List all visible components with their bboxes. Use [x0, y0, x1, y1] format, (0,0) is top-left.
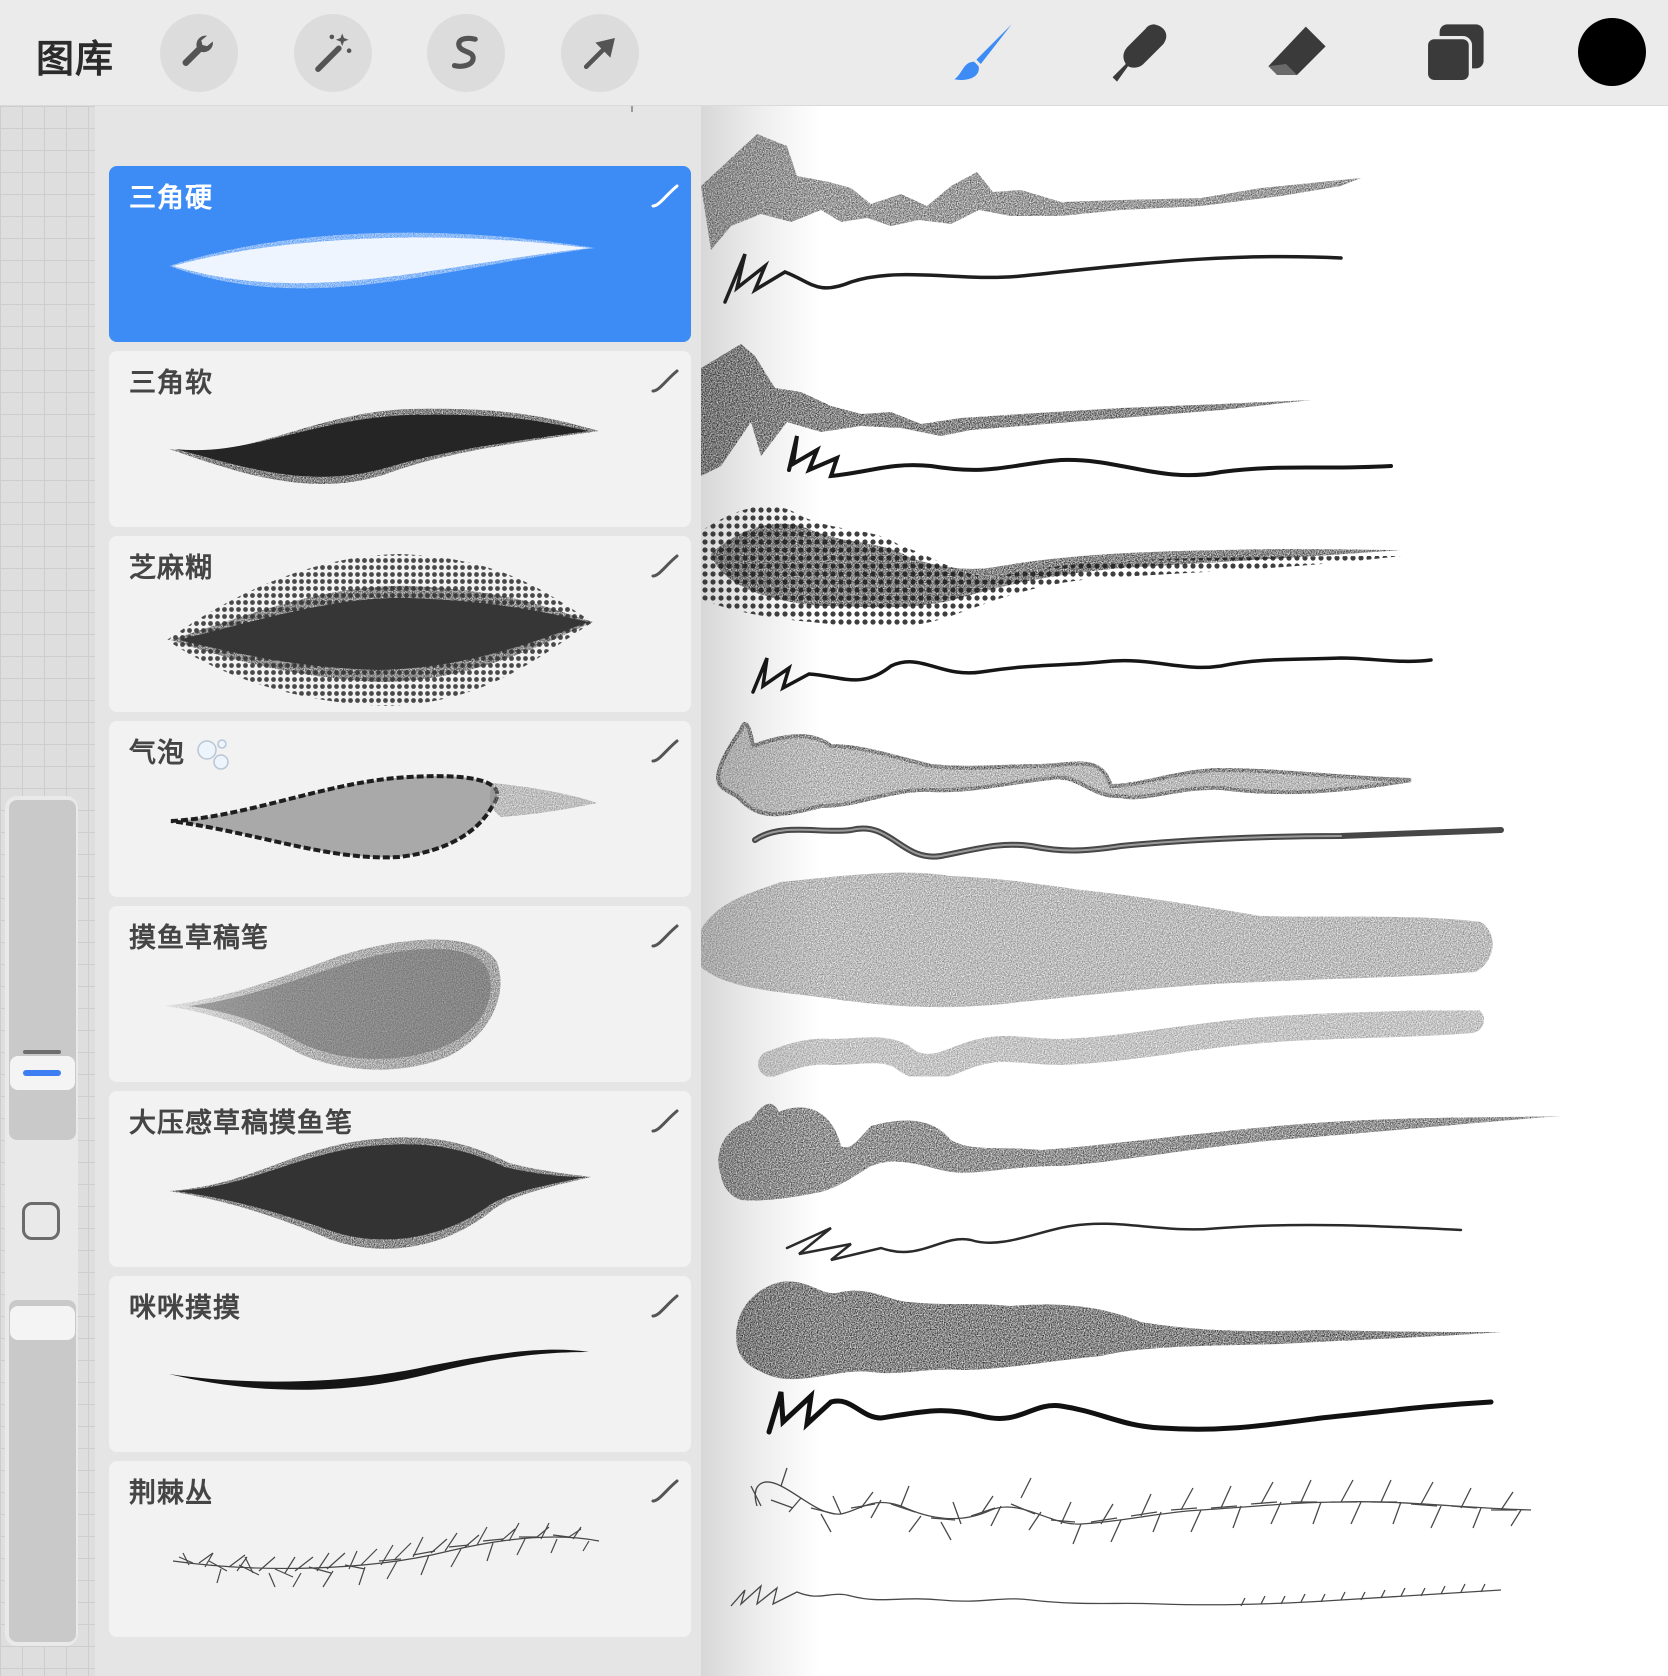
arrow-cursor-icon: [583, 38, 615, 70]
canvas-strokes: [701, 134, 1561, 1607]
sample-stroke-sanjiao-ying: [701, 134, 1361, 304]
brush-item-moyu-caogao[interactable]: 摸鱼草稿笔: [109, 906, 691, 1082]
drawing-canvas[interactable]: [701, 106, 1668, 1676]
stroke-preview: [169, 1349, 589, 1390]
stroke-preview: [170, 774, 597, 860]
stroke-preview: [169, 232, 595, 289]
brush-item-sanjiao-ruan[interactable]: 三角软: [109, 351, 691, 527]
sample-stroke-dayagan: [718, 1103, 1561, 1262]
brush-item-mimi-momo[interactable]: 咪咪摸摸: [109, 1276, 691, 1452]
magic-wand-icon: [315, 33, 352, 72]
stroke-preview: [165, 939, 501, 1070]
brush-item-sanjiao-ying[interactable]: 三角硬: [109, 166, 691, 342]
color-picker-button[interactable]: [1578, 18, 1646, 86]
brush-icon: [954, 24, 1012, 80]
brush-item-dayagan-caogao[interactable]: 大压感草稿摸鱼笔: [109, 1091, 691, 1267]
paint-tool-button[interactable]: [944, 14, 1022, 92]
wrench-icon: [182, 35, 213, 66]
sample-stroke-moyu-caogao: [701, 872, 1493, 1080]
smudge-tool-button[interactable]: [1100, 14, 1178, 92]
brush-size-handle[interactable]: [10, 1050, 75, 1090]
adjustments-button[interactable]: [294, 14, 372, 92]
stroke-preview: [172, 1522, 600, 1588]
brush-item-qipao[interactable]: 气泡: [109, 721, 691, 897]
sample-stroke-zhimahu: [701, 506, 1433, 694]
modify-button[interactable]: [22, 1202, 60, 1240]
selection-s-icon: [451, 35, 478, 69]
actions-button[interactable]: [160, 14, 238, 92]
brush-item-jingjicong[interactable]: 荆棘丛: [109, 1461, 691, 1637]
layers-icon: [1424, 24, 1484, 84]
brush-library-panel: 三角硬 三角软 芝麻糊 气泡 摸鱼草稿笔 大压感草稿摸鱼笔 咪咪摸摸 荆棘丛: [95, 106, 701, 1676]
sample-stroke-jingjicong: [730, 1467, 1532, 1607]
stroke-preview: [167, 554, 593, 706]
brush-item-zhimahu[interactable]: 芝麻糊: [109, 536, 691, 712]
stroke-preview: [169, 408, 599, 484]
opacity-handle[interactable]: [10, 1306, 75, 1340]
selection-button[interactable]: [427, 14, 505, 92]
sample-stroke-qipao: [716, 721, 1504, 860]
panel-drag-tick: [631, 106, 633, 112]
smudge-finger-icon: [1112, 24, 1167, 82]
size-indicator: [23, 1070, 61, 1076]
gallery-button[interactable]: 图库: [36, 28, 114, 83]
top-toolbar: 图库: [0, 0, 1668, 106]
eraser-icon: [1268, 26, 1326, 76]
transform-button[interactable]: [561, 14, 639, 92]
stroke-preview: [169, 1137, 591, 1249]
opacity-slider[interactable]: [9, 1300, 76, 1642]
layers-button[interactable]: [1416, 14, 1494, 92]
sample-stroke-mimi-momo: [736, 1281, 1501, 1435]
sample-stroke-sanjiao-ruan: [701, 344, 1393, 479]
eraser-tool-button[interactable]: [1258, 14, 1336, 92]
